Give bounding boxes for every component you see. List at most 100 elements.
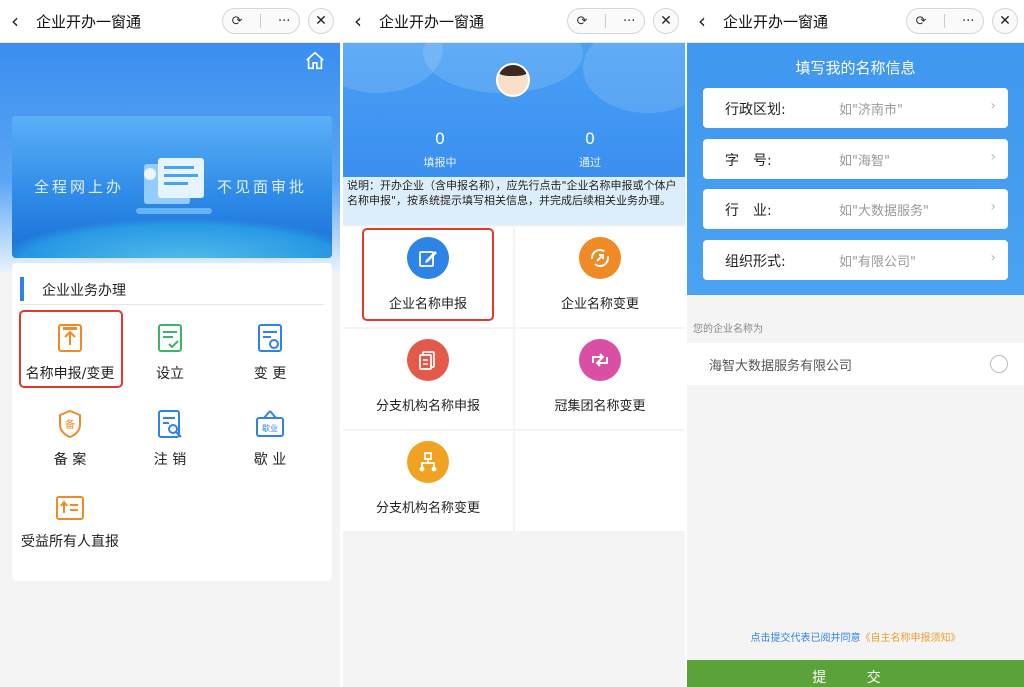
field-placeholder: 如"大数据服务" <box>839 204 929 219</box>
online-document-illustration <box>136 158 212 214</box>
field-region[interactable]: 行政区划: 如"济南市" › <box>703 88 1008 128</box>
banner-wave <box>12 218 332 258</box>
branch-icon <box>407 441 449 483</box>
chevron-right-icon: › <box>990 98 996 114</box>
service-label: 分支机构名称变更 <box>375 501 480 516</box>
title-bar: ‹ 企业开办一窗通 ⟳ ··· ✕ <box>687 0 1024 43</box>
stat-number: 0 <box>584 129 596 148</box>
field-org-form[interactable]: 组织形式: 如"有限公司" › <box>703 240 1008 280</box>
field-label: 字 号: <box>725 153 772 169</box>
submit-button[interactable]: 提 交 <box>687 660 1024 687</box>
panel-name-form: ‹ 企业开办一窗通 ⟳ ··· ✕ 填写我的名称信息 行政区划: 如"济南市" … <box>687 0 1024 687</box>
stat-number: 0 <box>434 129 446 148</box>
avatar-hair <box>498 65 528 76</box>
field-placeholder: 如"海智" <box>839 154 890 169</box>
chevron-right-icon: › <box>990 149 996 165</box>
check-doc-icon <box>158 324 182 352</box>
section-header: 企业业务办理 <box>20 275 324 305</box>
agreement-link[interactable]: 《自主名称申报须知》 <box>861 633 961 644</box>
stat-approved[interactable]: 0 通过 <box>550 129 630 170</box>
avatar[interactable] <box>496 63 530 97</box>
service-branch-name-declare[interactable]: 分支机构名称申报 <box>343 329 513 429</box>
refresh-icon[interactable]: ⟳ <box>577 14 588 29</box>
refresh-doc-icon <box>258 324 282 352</box>
svg-text:备: 备 <box>65 418 75 431</box>
panel-business-home: ‹ 企业开办一窗通 ⟳ ··· ✕ 全程网上办 不见面审批 企业业务办理 名称申… <box>0 0 340 687</box>
service-label: 企业名称变更 <box>560 297 639 312</box>
arrows-icon <box>579 339 621 381</box>
close-button[interactable]: ✕ <box>653 8 679 34</box>
field-industry[interactable]: 行 业: 如"大数据服务" › <box>703 189 1008 229</box>
more-button[interactable]: ··· <box>962 14 974 29</box>
grid-item-establish[interactable]: 设立 <box>120 323 220 383</box>
back-button[interactable]: ‹ <box>343 9 373 33</box>
refresh-icon[interactable]: ⟳ <box>232 14 243 29</box>
back-button[interactable]: ‹ <box>0 9 30 33</box>
grid-item-label: 变 更 <box>253 366 287 382</box>
service-company-name-change[interactable]: 企业名称变更 <box>515 227 685 327</box>
service-label: 冠集团名称变更 <box>554 399 646 414</box>
stat-caption: 通过 <box>579 156 601 169</box>
more-button[interactable]: ··· <box>623 14 635 29</box>
grid-item-change[interactable]: 变 更 <box>220 323 320 383</box>
sign-icon: 歇业 <box>256 410 284 437</box>
refresh-icon[interactable]: ⟳ <box>916 14 927 29</box>
grid-item-label: 受益所有人直报 <box>21 534 119 550</box>
field-label: 组织形式: <box>725 254 786 270</box>
window-title: 企业开办一窗通 <box>36 12 142 31</box>
list-icon <box>56 496 84 520</box>
field-placeholder: 如"济南市" <box>839 103 903 118</box>
stat-caption: 填报中 <box>423 156 457 169</box>
banner-text-left: 全程网上办 <box>34 178 125 196</box>
grid-item-cancel[interactable]: 注 销 <box>120 409 220 469</box>
selection-highlight <box>19 310 123 388</box>
selection-highlight <box>362 228 494 321</box>
close-button[interactable]: ✕ <box>308 8 334 34</box>
cloud-decoration <box>583 43 685 113</box>
section-accent-bar <box>20 277 24 301</box>
service-group-name-change[interactable]: 冠集团名称变更 <box>515 329 685 429</box>
window-title: 企业开办一窗通 <box>379 12 485 31</box>
radio-button[interactable] <box>990 355 1008 373</box>
instruction-note: 说明：开办企业（含申报名称），应先行点击"企业名称申报或个体户名称申报"，按系统… <box>343 177 685 225</box>
window-title: 企业开办一窗通 <box>723 12 829 31</box>
close-button[interactable]: ✕ <box>992 8 1018 34</box>
panel-name-services: ‹ 企业开办一窗通 ⟳ ··· ✕ 0 填报中 0 通过 说明：开办企业（含申报… <box>343 0 685 687</box>
service-branch-name-change[interactable]: 分支机构名称变更 <box>343 431 513 531</box>
grid-item-label: 歇 业 <box>253 452 287 468</box>
form-title: 填写我的名称信息 <box>795 59 916 77</box>
grid-item-beneficiary[interactable]: 受益所有人直报 <box>20 495 120 551</box>
capsule-menu: ⟳ ··· <box>906 8 984 34</box>
business-card: 企业业务办理 名称申报/变更 设立 变 更 备 备 案 注 销 歇业 歇 业 受… <box>12 263 332 581</box>
service-empty-cell <box>515 431 685 531</box>
grid-item-filing[interactable]: 备 备 案 <box>20 409 120 469</box>
field-label: 行政区划: <box>725 102 786 118</box>
promo-banner: 全程网上办 不见面审批 <box>12 116 332 258</box>
company-name-option[interactable]: 海智大数据服务有限公司 <box>687 343 1024 385</box>
sign-badge-text: 歇业 <box>262 423 278 433</box>
agreement-prefix: 点击提交代表已阅并同意 <box>750 633 861 644</box>
section-title: 企业业务办理 <box>42 283 126 299</box>
field-trade-name[interactable]: 字 号: 如"海智" › <box>703 139 1008 179</box>
chevron-right-icon: › <box>990 199 996 215</box>
document-icon <box>407 339 449 381</box>
banner-text-right: 不见面审批 <box>217 178 308 196</box>
swap-icon <box>579 237 621 279</box>
stat-in-progress[interactable]: 0 填报中 <box>400 129 480 170</box>
capsule-separator <box>259 14 261 28</box>
back-button[interactable]: ‹ <box>687 9 717 33</box>
profile-header: 0 填报中 0 通过 <box>343 43 685 177</box>
search-doc-icon <box>158 410 182 438</box>
company-name-text: 海智大数据服务有限公司 <box>709 359 853 374</box>
more-button[interactable]: ··· <box>278 14 290 29</box>
grid-item-label: 备 案 <box>53 452 87 468</box>
home-icon[interactable] <box>304 50 326 72</box>
capsule-menu: ⟳ ··· <box>567 8 645 34</box>
grid-item-label: 设立 <box>156 366 184 382</box>
title-bar: ‹ 企业开办一窗通 ⟳ ··· ✕ <box>343 0 685 43</box>
grid-item-suspend[interactable]: 歇业 歇 业 <box>220 409 320 469</box>
company-name-hint: 您的企业名称为 <box>693 324 763 335</box>
capsule-separator <box>943 14 945 28</box>
field-label: 行 业: <box>725 203 772 219</box>
shield-icon: 备 <box>59 409 81 439</box>
